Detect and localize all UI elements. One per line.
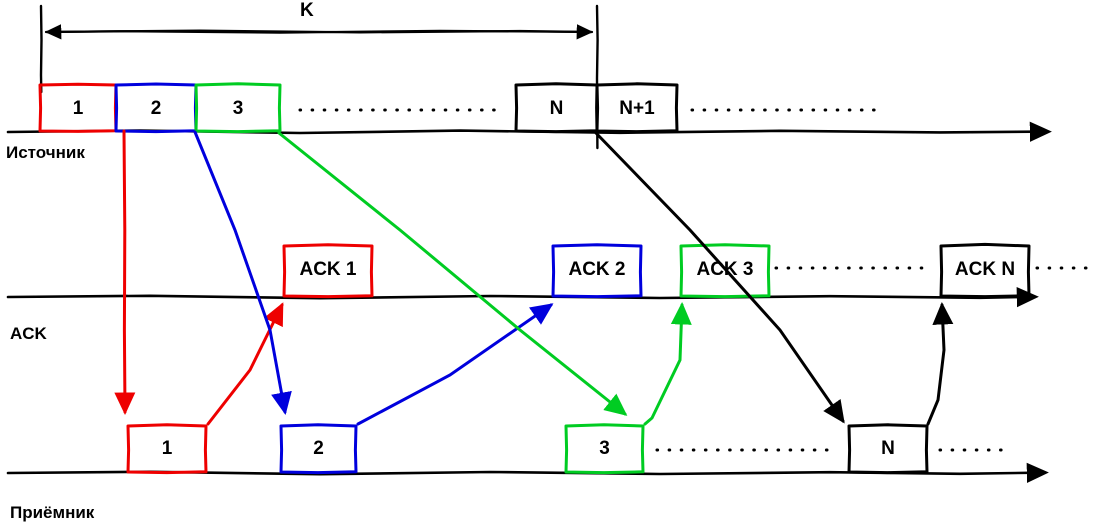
ack-frame-box-2 xyxy=(551,243,643,299)
transmission-path-frame-1 xyxy=(114,129,136,415)
ack-timeline-axis xyxy=(6,286,1039,308)
source-frame-box-3 xyxy=(194,82,282,134)
transmission-path-frame-2 xyxy=(193,130,292,415)
k-measure-bracket xyxy=(39,4,599,150)
source-frame-box-2 xyxy=(114,82,198,134)
receiver-frame-box-2 xyxy=(279,423,358,475)
ack-frame-box-N xyxy=(939,242,1031,299)
source-frame-box-1 xyxy=(38,82,118,133)
ack-return-path-3 xyxy=(643,302,692,426)
ack-return-path-1 xyxy=(206,302,284,426)
ack-frame-box-1 xyxy=(282,243,374,299)
receiver-frame-box-3 xyxy=(564,423,645,475)
ack-return-path-2 xyxy=(356,303,554,426)
protocol-timing-diagram: K Источник ACK Приёмник 1 2 3 N N+1 ACK … xyxy=(0,0,1094,531)
source-frame-box-N1 xyxy=(595,82,679,134)
ack-return-path-N xyxy=(926,302,954,426)
source-frame-box-N xyxy=(514,82,599,134)
receiver-frame-box-1 xyxy=(126,423,208,475)
receiver-frame-box-N xyxy=(847,423,929,475)
diagram-canvas xyxy=(6,4,1094,483)
transmission-path-frame-N xyxy=(594,131,845,424)
